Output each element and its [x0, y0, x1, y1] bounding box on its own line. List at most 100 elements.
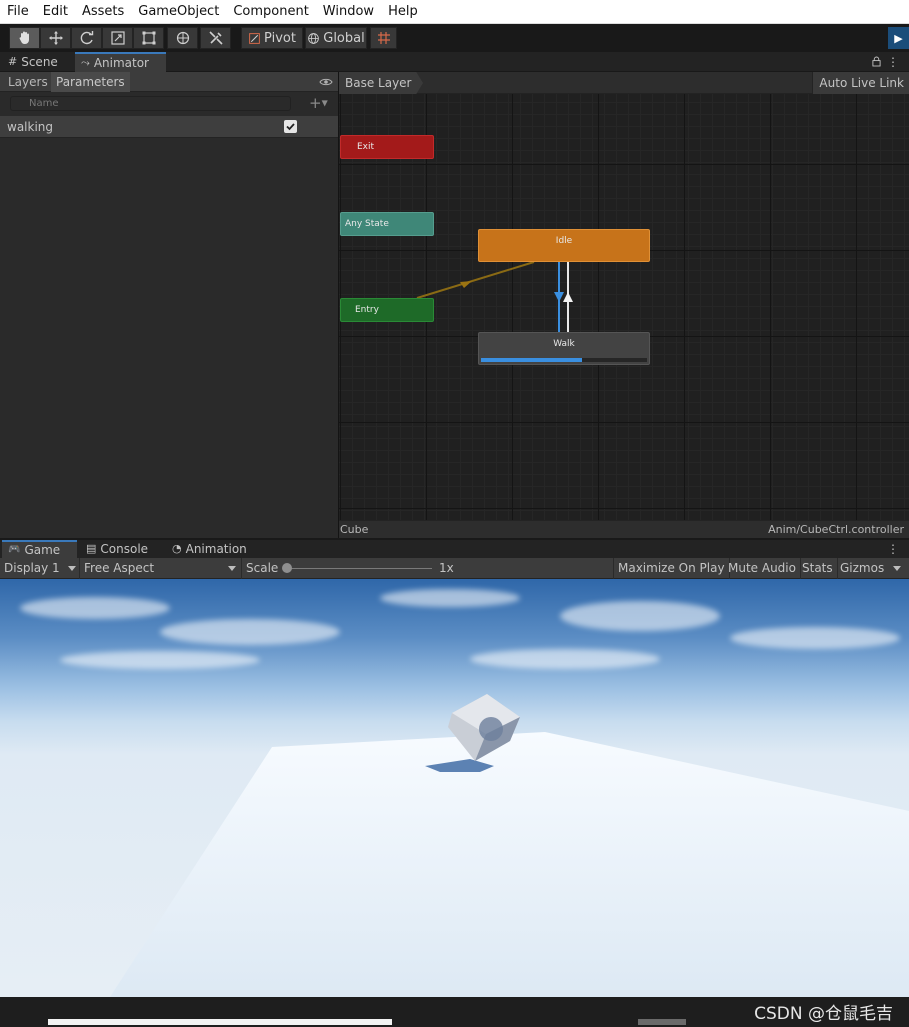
menu-gameobject[interactable]: GameObject: [131, 0, 226, 24]
scale-slider-track[interactable]: [286, 568, 432, 569]
main-toolbar: Pivot Global ▶: [0, 24, 909, 52]
rotate-tool-button[interactable]: [71, 27, 102, 49]
global-label: Global: [323, 30, 365, 46]
tab-console[interactable]: ▤ Console: [80, 540, 154, 558]
gizmos-dropdown[interactable]: Gizmos: [836, 558, 909, 579]
lock-icon[interactable]: [872, 56, 881, 67]
eye-icon[interactable]: [319, 76, 333, 88]
chevron-down-icon: [68, 566, 76, 571]
move-tool-button[interactable]: [40, 27, 71, 49]
menu-assets[interactable]: Assets: [75, 0, 131, 24]
pivot-toggle-button[interactable]: Pivot: [241, 27, 303, 49]
parameter-bool-checkbox[interactable]: [284, 120, 297, 133]
parameter-row[interactable]: walking: [0, 116, 338, 138]
scale-icon: [110, 31, 125, 45]
state-any-state[interactable]: Any State: [340, 212, 434, 236]
state-idle[interactable]: Idle: [478, 229, 650, 262]
parameter-name: walking: [7, 120, 54, 134]
global-toggle-button[interactable]: Global: [305, 27, 367, 49]
tab-console-label: Console: [100, 542, 149, 556]
auto-live-link-button[interactable]: Auto Live Link: [812, 72, 909, 94]
tab-scene-label: Scene: [21, 55, 58, 69]
footer-object-name: Cube: [340, 523, 369, 536]
tab-parameters[interactable]: Parameters: [51, 72, 130, 92]
scale-slider-handle[interactable]: [282, 563, 292, 573]
grid-snap-icon: [377, 32, 390, 44]
pivot-label: Pivot: [264, 30, 296, 46]
footer-controller-path: Anim/CubeCtrl.controller: [768, 523, 904, 536]
aspect-dropdown[interactable]: Free Aspect: [80, 558, 242, 579]
gamepad-icon: 🎮: [8, 544, 21, 555]
tab-layers[interactable]: Layers: [3, 72, 53, 92]
mute-audio-toggle[interactable]: Mute Audio: [724, 558, 801, 579]
graph-header: Base Layer Auto Live Link: [339, 72, 909, 94]
bottom-panel-menu-icon[interactable]: ⋮: [887, 542, 899, 556]
move-icon: [48, 31, 63, 45]
graph-footer: Cube Anim/CubeCtrl.controller: [339, 520, 909, 538]
layers-parameters-tabs: Layers Parameters: [0, 72, 338, 92]
tab-game-label: Game: [24, 543, 61, 557]
animator-graph[interactable]: Base Layer Auto Live Link Exit Any State…: [338, 72, 909, 538]
menu-edit[interactable]: Edit: [36, 0, 75, 24]
entry-to-idle-transition[interactable]: [416, 261, 535, 299]
animator-icon: ⤳: [81, 56, 90, 69]
aspect-label: Free Aspect: [84, 561, 155, 575]
gizmos-label: Gizmos: [840, 561, 885, 575]
grid-snap-button[interactable]: [370, 27, 397, 49]
custom-tool-button[interactable]: [200, 27, 231, 49]
display-label: Display 1: [4, 561, 60, 575]
ground-plane: [110, 694, 909, 997]
strip-bar: [48, 1019, 392, 1025]
chevron-down-icon: ▼: [321, 98, 328, 108]
bottom-dock-tabs: 🎮 Game ▤ Console ◔ Animation ⋮: [0, 540, 909, 558]
menu-file[interactable]: File: [0, 0, 36, 24]
menu-component[interactable]: Component: [226, 0, 315, 24]
walk-to-idle-arrow-icon: [563, 292, 573, 302]
stats-toggle[interactable]: Stats: [798, 558, 838, 579]
transform-tool-button[interactable]: [167, 27, 198, 49]
add-parameter-button[interactable]: +▼: [309, 96, 335, 112]
scale-value: 1x: [439, 561, 454, 575]
taskbar-strip: CSDN @仓鼠毛吉: [0, 997, 909, 1027]
play-button[interactable]: ▶: [888, 27, 909, 49]
transform-icon: [176, 31, 189, 45]
display-dropdown[interactable]: Display 1: [0, 558, 80, 579]
state-entry[interactable]: Entry: [340, 298, 434, 322]
entry-transition-arrow-icon: [460, 281, 472, 288]
chevron-down-icon: [893, 566, 901, 571]
tab-animator-label: Animator: [93, 56, 149, 70]
menu-help[interactable]: Help: [381, 0, 425, 24]
parameter-search-input[interactable]: Name: [10, 96, 291, 111]
tab-animation[interactable]: ◔ Animation: [166, 540, 253, 558]
rotate-icon: [80, 31, 93, 45]
animation-clock-icon: ◔: [172, 542, 182, 555]
state-exit[interactable]: Exit: [340, 135, 434, 159]
top-dock-tabs: # Scene ⤳ Animator ⋮: [0, 52, 909, 72]
tab-animator[interactable]: ⤳ Animator: [75, 52, 166, 72]
hand-icon: [19, 31, 29, 44]
plus-icon: +: [309, 94, 322, 112]
maximize-on-play-toggle[interactable]: Maximize On Play: [613, 558, 730, 579]
idle-to-walk-arrow-icon: [554, 292, 564, 302]
console-icon: ▤: [86, 542, 97, 555]
grid-icon: #: [8, 55, 18, 68]
tab-animation-label: Animation: [185, 542, 247, 556]
tab-game[interactable]: 🎮 Game: [2, 540, 77, 558]
walk-progress-bar: [481, 358, 647, 362]
tools-icon: [208, 31, 223, 45]
menu-bar: File Edit Assets GameObject Component Wi…: [0, 0, 909, 24]
scale-label: Scale: [246, 561, 279, 575]
tab-scene[interactable]: # Scene: [2, 52, 64, 72]
pivot-icon: [249, 32, 260, 44]
animator-parameters-panel: Layers Parameters Name +▼ walking: [0, 72, 338, 538]
game-viewport[interactable]: [0, 579, 909, 997]
menu-window[interactable]: Window: [316, 0, 381, 24]
scale-tool-button[interactable]: [102, 27, 133, 49]
top-panel-menu-icon[interactable]: ⋮: [887, 55, 899, 69]
hand-tool-button[interactable]: [9, 27, 40, 49]
state-walk[interactable]: Walk: [478, 332, 650, 365]
rect-tool-button[interactable]: [133, 27, 164, 49]
strip-bar: [638, 1019, 686, 1025]
globe-icon: [308, 32, 320, 44]
breadcrumb-base-layer[interactable]: Base Layer: [339, 72, 423, 94]
